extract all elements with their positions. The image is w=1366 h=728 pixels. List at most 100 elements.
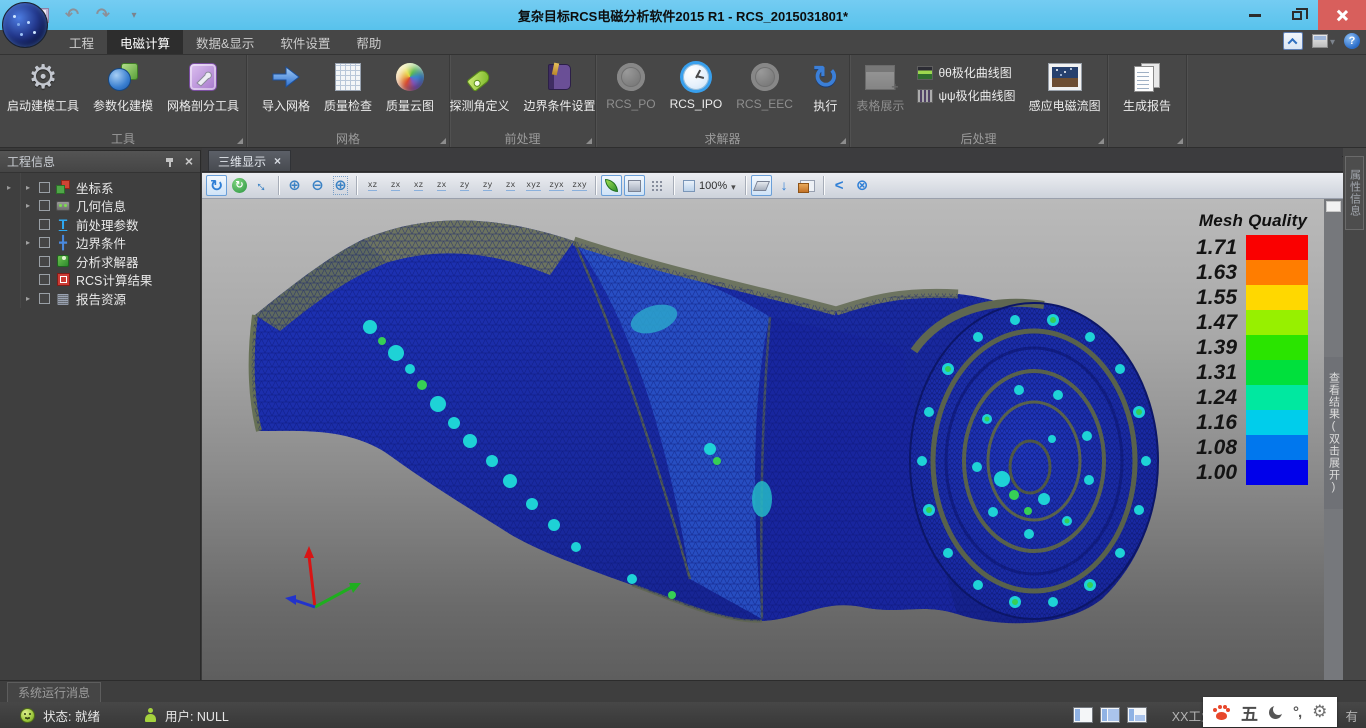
window-layout-button[interactable] [1312, 32, 1335, 50]
view-results-tab[interactable]: 查看结果(双击展开) [1324, 357, 1343, 509]
zoom-fit-button[interactable] [330, 175, 351, 196]
app-logo[interactable] [2, 2, 48, 48]
layout-left-pane-button[interactable] [1073, 707, 1093, 723]
checkbox[interactable] [39, 256, 50, 267]
tab-em-compute[interactable]: 电磁计算 [107, 30, 183, 54]
tab-help[interactable]: 帮助 [343, 30, 394, 54]
ime-settings-gear-icon[interactable] [1312, 702, 1327, 722]
view-preset-button-1[interactable]: xz [362, 175, 383, 196]
expander-icon[interactable] [26, 183, 39, 192]
boundary-condition-button[interactable]: 边界条件设置 [517, 60, 603, 115]
ime-punctuation-mode[interactable]: °, [1293, 704, 1301, 721]
checkbox[interactable] [39, 237, 50, 248]
psi-polarization-curve-button[interactable]: ψψ极化曲线图 [917, 87, 1015, 104]
panel-close-button[interactable] [185, 155, 193, 169]
zoom-level-control[interactable]: 100% [679, 177, 740, 195]
table-display-button[interactable]: 表格展示 [849, 60, 911, 115]
checkbox[interactable] [39, 219, 50, 230]
undo-button[interactable] [61, 5, 83, 25]
parametric-modeling-button[interactable]: 参数化建模 [86, 60, 160, 115]
probe-angle-button[interactable]: 探测角定义 [442, 60, 516, 115]
tree-item-boundary-conditions[interactable]: 边界条件 [0, 234, 200, 253]
quality-contour-button[interactable]: 质量云图 [379, 60, 441, 115]
launch-modeling-tool-button[interactable]: 启动建模工具 [0, 60, 86, 115]
moon-icon[interactable] [1269, 706, 1282, 719]
zoom-out-button[interactable] [307, 175, 328, 196]
quality-check-button[interactable]: 质量检查 [317, 60, 379, 115]
rcs-po-button[interactable]: RCS_PO [599, 60, 662, 112]
view-preset-button-3[interactable]: xz [408, 175, 429, 196]
view-preset-button-4[interactable]: zx [431, 175, 452, 196]
view-preset-button-5[interactable]: zy [454, 175, 475, 196]
point-grid-button[interactable] [647, 175, 668, 196]
layout-bottom-pane-button[interactable] [1127, 707, 1147, 723]
view-preset-button-6[interactable]: zy [477, 175, 498, 196]
layers-button[interactable] [797, 175, 818, 196]
tree-item-preprocess-params[interactable]: 前处理参数 [0, 215, 200, 234]
ime-logo-paw-icon[interactable] [1213, 705, 1230, 720]
help-button[interactable]: ? [1344, 33, 1360, 49]
close-button[interactable] [1318, 0, 1366, 30]
menu-bar-right: ? [1283, 32, 1360, 50]
tree-item-geometry-info[interactable]: 几何信息 [0, 197, 200, 216]
tree-item-analysis-solver[interactable]: 分析求解器 [0, 252, 200, 271]
expander-icon[interactable] [26, 201, 39, 210]
ribbon-group-solver: RCS_PO RCS_IPO RCS_EEC 执行 求解器 [596, 55, 850, 147]
surface-view-button[interactable] [624, 175, 645, 196]
shaded-view-button[interactable] [601, 175, 622, 196]
import-result-button[interactable] [774, 175, 795, 196]
ime-wubi-mode[interactable]: 五 [1241, 700, 1258, 725]
induced-current-map-button[interactable]: 感应电磁流图 [1022, 60, 1108, 115]
expander-icon[interactable] [26, 238, 39, 247]
scrollbar-thumb[interactable] [1326, 201, 1341, 212]
view-preset-button-7[interactable]: zx [500, 175, 521, 196]
tab-3d-display[interactable]: 三维显示 [208, 150, 291, 171]
quick-access-dropdown-icon[interactable] [123, 5, 145, 25]
theta-polarization-curve-button[interactable]: θθ极化曲线图 [917, 64, 1015, 81]
tab-close-icon[interactable] [274, 154, 281, 168]
checkbox[interactable] [39, 182, 50, 193]
pin-icon[interactable] [165, 156, 175, 168]
layout-split-pane-button[interactable] [1100, 707, 1120, 723]
view-preset-button-8[interactable]: xyz [523, 175, 544, 196]
mesh-partition-tool-button[interactable]: 网格剖分工具 [160, 60, 246, 115]
pan-button[interactable] [252, 175, 273, 196]
minimize-button[interactable] [1234, 0, 1276, 30]
tab-data-display[interactable]: 数据&显示 [183, 30, 267, 54]
refresh-view-button[interactable] [229, 175, 250, 196]
legend-swatch [1246, 310, 1308, 335]
restore-button[interactable] [1276, 0, 1318, 30]
orbit-rotate-button[interactable] [206, 175, 227, 196]
checkbox[interactable] [39, 274, 50, 285]
collapse-ribbon-button[interactable] [1283, 32, 1303, 50]
legend-swatch [1246, 235, 1308, 260]
cancel-button[interactable] [852, 175, 873, 196]
legend-row: 1.08 [1188, 435, 1318, 460]
rcs-eec-button[interactable]: RCS_EEC [729, 60, 800, 112]
legend-row: 1.71 [1188, 235, 1318, 260]
clip-plane-button[interactable] [751, 175, 772, 196]
expander-icon[interactable] [26, 294, 39, 303]
zoom-in-button[interactable] [284, 175, 305, 196]
execute-button[interactable]: 执行 [805, 60, 846, 115]
tab-project[interactable]: 工程 [56, 30, 107, 54]
redo-button[interactable] [92, 5, 114, 25]
share-view-button[interactable] [829, 175, 850, 196]
checkbox[interactable] [39, 200, 50, 211]
tree-item-report-resources[interactable]: 报告资源 [0, 289, 200, 308]
viewport-right-strip[interactable]: 查看结果(双击展开) [1324, 199, 1343, 680]
ribbon-group-report: 生成报告 [1108, 55, 1187, 147]
tree-item-coordinate-system[interactable]: 坐标系 [0, 178, 200, 197]
tree-item-rcs-results[interactable]: RCS计算结果 [0, 271, 200, 290]
tab-software-settings[interactable]: 软件设置 [267, 30, 343, 54]
import-mesh-button[interactable]: 导入网格 [255, 60, 317, 115]
view-preset-button-9[interactable]: zyx [546, 175, 567, 196]
checkbox[interactable] [39, 293, 50, 304]
system-message-tab[interactable]: 系统运行消息 [7, 682, 101, 703]
view-preset-button-2[interactable]: zx [385, 175, 406, 196]
rcs-ipo-button[interactable]: RCS_IPO [663, 60, 730, 112]
generate-report-button[interactable]: 生成报告 [1116, 60, 1178, 115]
viewport-canvas[interactable]: Mesh Quality 1.71 1.63 1.55 1.47 1.39 1.… [202, 199, 1324, 680]
view-preset-button-10[interactable]: zxy [569, 175, 590, 196]
properties-tab[interactable]: 属性信息 [1345, 156, 1364, 230]
